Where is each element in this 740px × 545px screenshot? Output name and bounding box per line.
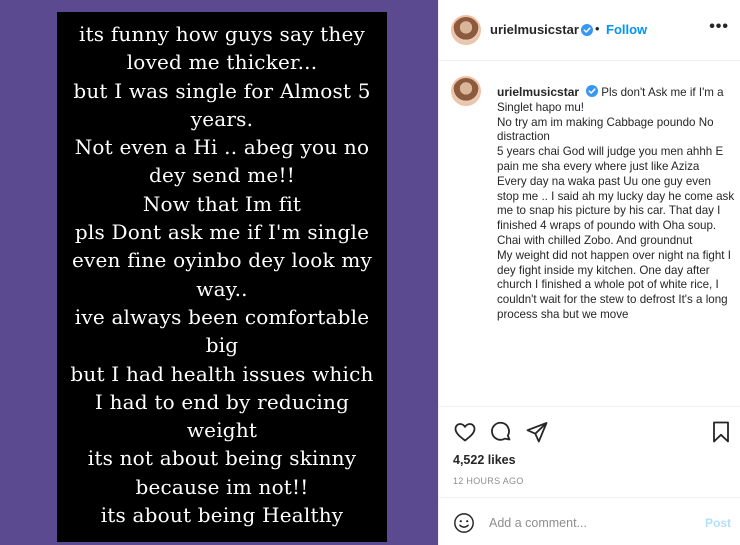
- story-line: big: [205, 333, 239, 358]
- story-text: its funny how guys say they loved me thic…: [57, 20, 387, 529]
- heart-icon[interactable]: [453, 420, 479, 446]
- caption-line: 5 years chai God will judge you men ahhh…: [497, 145, 724, 173]
- story-line: but I was single for Almost 5: [73, 78, 371, 103]
- comment-input[interactable]: [489, 513, 689, 533]
- verified-badge-icon: [586, 85, 599, 97]
- story-line: dey send me!!: [149, 163, 295, 188]
- caption-line: Every day na waka past Uu one guy even s…: [497, 174, 735, 247]
- story-line: loved me thicker...: [126, 50, 318, 75]
- caption-avatar[interactable]: [451, 76, 481, 106]
- story-line: even fine oyinbo dey look my: [71, 248, 372, 273]
- caption-section: urielmusicstar Pls don't Ask me if I'm a…: [439, 62, 740, 407]
- story-line: Now that Im fit: [142, 191, 302, 216]
- story-line: I had to end by reducing: [94, 389, 350, 414]
- bookmark-icon[interactable]: [709, 420, 735, 446]
- story-image[interactable]: its funny how guys say they loved me thic…: [57, 12, 387, 542]
- emoji-icon[interactable]: [453, 512, 475, 534]
- verified-badge-icon: [581, 24, 593, 36]
- story-line: its funny how guys say they: [78, 22, 366, 46]
- story-line: its not about being skinny: [87, 446, 357, 471]
- story-line: Not even a Hi .. abeg you no: [74, 135, 370, 160]
- likes-count[interactable]: 4,522 likes: [453, 453, 516, 467]
- story-line: but I had health issues which: [70, 361, 374, 386]
- post-media-panel: its funny how guys say they loved me thic…: [0, 0, 438, 545]
- share-icon[interactable]: [525, 420, 551, 446]
- post-sidebar: urielmusicstar • Follow ••• urielmusicst…: [438, 0, 740, 545]
- post-timestamp[interactable]: 12 HOURS AGO: [453, 476, 524, 486]
- avatar[interactable]: [451, 15, 481, 45]
- caption-line: My weight did not happen over night na f…: [497, 248, 731, 321]
- story-line: ive always been comfortable: [74, 304, 370, 329]
- post-comment-button[interactable]: Post: [705, 516, 731, 530]
- story-line: because im not!!: [135, 474, 309, 499]
- caption-line: No try am im making Cabbage poundo No di…: [497, 115, 714, 144]
- comment-icon[interactable]: [489, 420, 515, 446]
- separator-dot: •: [595, 21, 600, 36]
- story-line: years.: [190, 106, 254, 131]
- comment-bar: Post: [439, 497, 740, 545]
- header-username[interactable]: urielmusicstar: [490, 22, 579, 37]
- post-header: urielmusicstar • Follow •••: [439, 0, 740, 61]
- story-line: pls Dont ask me if I'm single: [74, 220, 370, 245]
- story-line: its about being Healthy: [100, 503, 344, 528]
- caption-text: urielmusicstar Pls don't Ask me if I'm a…: [497, 85, 735, 323]
- more-options-icon[interactable]: •••: [709, 18, 729, 36]
- caption-username[interactable]: urielmusicstar: [497, 85, 579, 99]
- story-line: weight: [186, 418, 258, 443]
- action-bar: [439, 418, 740, 448]
- story-line: way..: [196, 276, 248, 301]
- follow-button[interactable]: Follow: [606, 22, 647, 37]
